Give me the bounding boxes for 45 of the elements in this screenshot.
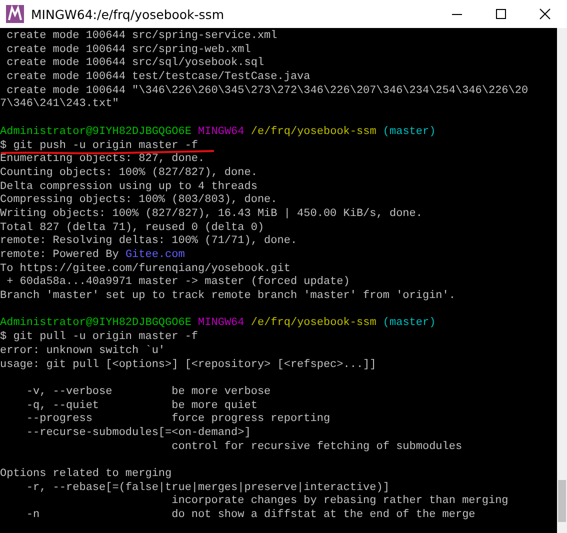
terminal-line: + 60da58a...40a9971 master -> master (forced update) bbox=[6, 276, 350, 288]
maximize-icon bbox=[495, 8, 507, 20]
terminal-line: $ git pull -u origin master -f bbox=[0, 331, 198, 344]
terminal-line: -q, --quiet be more quiet bbox=[25, 400, 258, 412]
terminal-line: Enumerating objects: 827, done. bbox=[0, 153, 205, 166]
terminal-line: Total 827 (delta 71), reused 0 (delta 0) bbox=[0, 222, 264, 234]
app-icon bbox=[6, 5, 24, 23]
link-text[interactable]: Gitee.com bbox=[125, 249, 185, 261]
window-title: MINGW64:/e/frq/yosebook-ssm bbox=[31, 6, 225, 22]
terminal-line: -r, --rebase[=(false|true|merges|preserve|interactive)] bbox=[25, 482, 390, 494]
terminal-line: $ git push -u origin master -f bbox=[0, 140, 198, 152]
prompt-branch: (master) bbox=[382, 317, 436, 330]
terminal-line: Branch 'master' set up to track remote branch 'master' from 'origin'. bbox=[0, 290, 456, 302]
terminal-line: --recurse-submodules[=<on-demand>] bbox=[25, 426, 251, 439]
terminal-line: Counting objects: 100% (827/827), done. bbox=[0, 166, 258, 179]
terminal-line: remote: Resolving deltas: 100% (71/71), done. bbox=[0, 235, 298, 248]
prompt-path: /e/frq/yosebook-ssm bbox=[250, 126, 376, 138]
terminal-line: --progress force progress reporting bbox=[25, 413, 330, 426]
terminal-line: usage: git pull [<options>] [<repository> [<refspec>...]] bbox=[0, 358, 376, 370]
scrollbar[interactable] bbox=[557, 28, 567, 533]
prompt-branch: (master) bbox=[382, 126, 436, 138]
terminal-line: create mode 100644 src/spring-web.xml bbox=[6, 44, 251, 56]
terminal-line: Writing objects: 100% (827/827), 16.43 MiB | 450.00 KiB/s, done. bbox=[0, 208, 422, 220]
prompt-host: MINGW64 bbox=[198, 317, 244, 330]
prompt-user: Administrator@9IYH82DJBGQGO6E bbox=[0, 126, 192, 138]
close-icon bbox=[539, 8, 551, 20]
prompt-host: MINGW64 bbox=[198, 126, 244, 138]
terminal-line: 7\346\241\243.txt" bbox=[0, 98, 119, 110]
terminal-line: -n do not show a diffstat at the end of the merge bbox=[25, 509, 476, 522]
prompt-path: /e/frq/yosebook-ssm bbox=[250, 317, 376, 330]
terminal-line: create mode 100644 "\346\226\260\345\273\272\346\226\207\346\234\254\346\226\20 bbox=[6, 84, 528, 97]
terminal-line: remote: Powered By bbox=[0, 249, 119, 261]
prompt-user: Administrator@9IYH82DJBGQGO6E bbox=[0, 317, 192, 330]
terminal-line: -v, --verbose be more verbose bbox=[25, 386, 271, 398]
terminal-line: Delta compression using up to 4 threads bbox=[0, 180, 258, 193]
terminal-line: create mode 100644 src/spring-service.xml bbox=[6, 30, 278, 42]
terminal-line: control for recursive fetching of submodules bbox=[170, 440, 462, 453]
terminal-line: To https://gitee.com/furenqiang/yosebook.git bbox=[0, 262, 290, 275]
terminal-line: Compressing objects: 100% (803/803), done. bbox=[0, 194, 278, 206]
terminal-line: create mode 100644 src/sql/yosebook.sql bbox=[6, 57, 264, 70]
terminal-line: error: unknown switch `u' bbox=[0, 344, 166, 357]
terminal-line: incorporate changes by rebasing rather than merging bbox=[170, 495, 508, 508]
terminal-line: create mode 100644 test/testcase/TestCase.java bbox=[6, 71, 310, 84]
terminal-line: Options related to merging bbox=[0, 468, 172, 480]
scrollbar-thumb[interactable] bbox=[558, 480, 566, 522]
